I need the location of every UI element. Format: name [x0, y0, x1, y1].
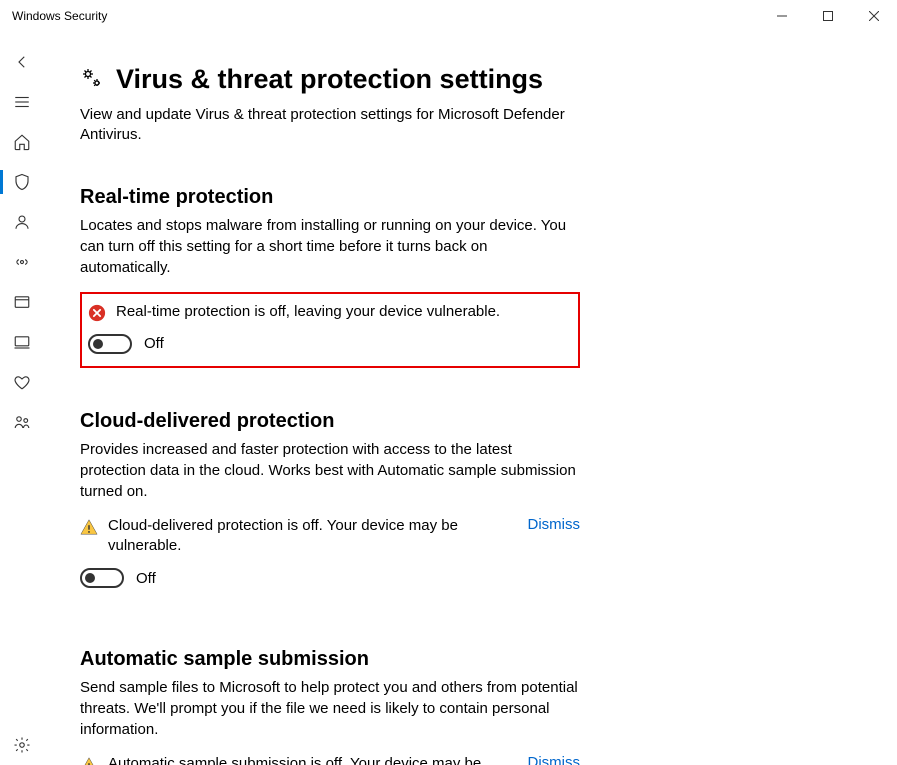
nav-account-protection[interactable] — [0, 202, 44, 242]
error-icon — [88, 304, 106, 322]
settings-gears-icon — [80, 66, 104, 93]
maximize-button[interactable] — [805, 0, 851, 32]
realtime-title: Real-time protection — [80, 186, 580, 209]
section-realtime-protection: Real-time protection Locates and stops m… — [80, 186, 580, 368]
sample-dismiss-link[interactable]: Dismiss — [528, 754, 581, 765]
nav-app-browser[interactable] — [0, 282, 44, 322]
cloud-title: Cloud-delivered protection — [80, 410, 580, 433]
cloud-toggle-row: Off — [80, 568, 580, 588]
warning-icon — [80, 756, 98, 765]
cloud-dismiss-link[interactable]: Dismiss — [528, 516, 581, 533]
page-title: Virus & threat protection settings — [116, 64, 543, 95]
realtime-highlight-box: Real-time protection is off, leaving you… — [80, 292, 580, 368]
main-content: Virus & threat protection settings View … — [44, 32, 897, 765]
sample-alert: Automatic sample submission is off. Your… — [80, 754, 580, 765]
sidebar — [0, 32, 44, 765]
realtime-alert: Real-time protection is off, leaving you… — [88, 302, 568, 322]
back-button[interactable] — [0, 42, 44, 82]
sample-title: Automatic sample submission — [80, 648, 580, 671]
cloud-toggle[interactable] — [80, 568, 124, 588]
nav-settings[interactable] — [0, 725, 44, 765]
cloud-toggle-label: Off — [136, 570, 156, 587]
close-button[interactable] — [851, 0, 897, 32]
nav-device-performance[interactable] — [0, 362, 44, 402]
menu-button[interactable] — [0, 82, 44, 122]
window-title: Windows Security — [12, 9, 107, 23]
realtime-toggle[interactable] — [88, 334, 132, 354]
cloud-alert-text: Cloud-delivered protection is off. Your … — [108, 516, 512, 557]
titlebar: Windows Security — [0, 0, 897, 32]
realtime-alert-text: Real-time protection is off, leaving you… — [116, 302, 568, 322]
cloud-alert: Cloud-delivered protection is off. Your … — [80, 516, 580, 557]
nav-home[interactable] — [0, 122, 44, 162]
cloud-description: Provides increased and faster protection… — [80, 439, 580, 502]
page-subtitle: View and update Virus & threat protectio… — [80, 105, 580, 146]
nav-device-security[interactable] — [0, 322, 44, 362]
realtime-toggle-row: Off — [88, 334, 568, 354]
page-header: Virus & threat protection settings — [80, 64, 857, 95]
realtime-toggle-label: Off — [144, 335, 164, 352]
minimize-button[interactable] — [759, 0, 805, 32]
realtime-description: Locates and stops malware from installin… — [80, 215, 580, 278]
window-controls — [759, 0, 897, 32]
nav-firewall[interactable] — [0, 242, 44, 282]
warning-icon — [80, 518, 98, 536]
section-sample-submission: Automatic sample submission Send sample … — [80, 648, 580, 765]
nav-virus-protection[interactable] — [0, 162, 44, 202]
sample-description: Send sample files to Microsoft to help p… — [80, 677, 580, 740]
section-cloud-protection: Cloud-delivered protection Provides incr… — [80, 410, 580, 589]
nav-family-options[interactable] — [0, 402, 44, 442]
sample-alert-text: Automatic sample submission is off. Your… — [108, 754, 512, 765]
